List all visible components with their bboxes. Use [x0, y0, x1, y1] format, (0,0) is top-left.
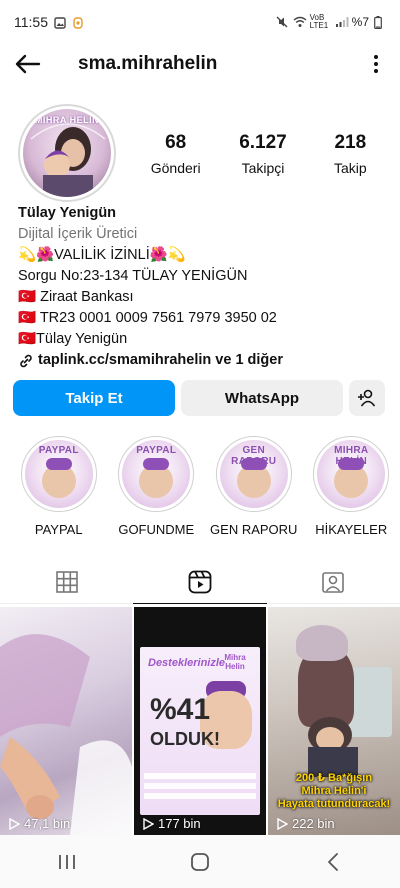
home-icon [191, 852, 209, 871]
recent-apps-icon [58, 854, 75, 869]
mute-icon [276, 16, 288, 28]
reel-tile[interactable]: 200 ₺ Ba*ğışın Mihra Helin'i Hayata tutu… [268, 607, 400, 835]
view-count-text: 177 bin [158, 816, 201, 831]
caption-line: Mihra Helin'i [301, 785, 367, 797]
bio-line: 🇹🇷 Ziraat Bankası [18, 289, 134, 305]
stat-value: 218 [334, 132, 367, 153]
profile-actions: Takip Et WhatsApp [13, 380, 387, 416]
view-count: 47,1 bin [8, 816, 70, 831]
more-options-button[interactable] [356, 44, 396, 84]
follow-button[interactable]: Takip Et [13, 380, 175, 416]
bio-line: Sorgu No:23-134 TÜLAY YENİGÜN [18, 268, 248, 284]
tab-tagged[interactable] [267, 560, 400, 603]
profile-tabs [0, 560, 400, 604]
battery-label: %7 [351, 15, 369, 29]
highlight-cover: GEN RAPORU [215, 436, 292, 512]
following-count[interactable]: 218 Takip [310, 132, 390, 176]
highlight-cover-title: PAYPAL [38, 445, 79, 456]
gallery-icon [54, 16, 66, 29]
highlight-paypal[interactable]: PAYPAL PAYPAL [10, 436, 108, 537]
play-icon [9, 817, 20, 830]
notification-icon [72, 16, 84, 29]
highlight-gofundme[interactable]: PAYPAL GOFUNDME [108, 436, 206, 537]
link-icon [20, 354, 32, 367]
profile-avatar[interactable]: MIHRA HELİN [18, 104, 116, 202]
whatsapp-button[interactable]: WhatsApp [181, 380, 343, 416]
system-navigation-bar [0, 835, 400, 888]
tagged-person-icon [322, 571, 345, 593]
bio-link[interactable]: taplink.cc/smamihrahelin ve 1 diğer [18, 350, 390, 371]
poster-percent: %41 [150, 693, 211, 726]
bio-line: 🇹🇷 TR23 0001 0009 7561 7979 3950 02 [18, 310, 277, 326]
stat-label: Takipçi [241, 160, 285, 176]
stat-value: 6.127 [239, 132, 287, 153]
stat-label: Gönderi [150, 160, 201, 176]
caption-line: Hayata tutunduracak! [277, 798, 391, 810]
more-vertical-icon [374, 55, 378, 73]
bio-category: Dijital İçerik Üretici [18, 226, 138, 242]
highlight-label: PAYPAL [34, 522, 83, 537]
signal-icon [335, 16, 349, 28]
play-icon [277, 817, 288, 830]
tab-grid[interactable] [0, 560, 133, 603]
highlight-label: HİKAYELER [315, 522, 388, 537]
bio-name: Tülay Yenigün [18, 205, 117, 221]
tab-reels[interactable] [133, 560, 267, 604]
bio-link-text: taplink.cc/smamihrahelin ve 1 diğer [38, 352, 283, 368]
reels-grid: 47,1 bin Desteklerinizle Mihra Helin %41… [0, 607, 400, 835]
back-button[interactable] [0, 44, 56, 84]
profile-username: sma.mihrahelin [78, 53, 218, 74]
reel-tile[interactable]: 47,1 bin [0, 607, 132, 835]
reel-thumbnail: Desteklerinizle Mihra Helin %41 OLDUK! [140, 647, 260, 815]
bio-line: 🇹🇷Tülay Yenigün [18, 331, 128, 347]
status-bar: 11:55 VoB LTE1 %7 [0, 0, 400, 44]
wifi-icon [293, 16, 307, 28]
highlight-hikayeler[interactable]: MIHRA HELİN HİKAYELER [303, 436, 400, 537]
followers-count[interactable]: 6.127 Takipçi [223, 132, 303, 176]
stat-label: Takip [333, 160, 367, 176]
reel-tile[interactable]: Desteklerinizle Mihra Helin %41 OLDUK! 1… [134, 607, 266, 835]
play-icon [143, 817, 154, 830]
back-chevron-icon [328, 852, 339, 871]
caption-line: 200 ₺ Ba*ğışın [295, 772, 373, 784]
network-label: VoB LTE1 [309, 13, 329, 30]
posts-count[interactable]: 68 Gönderi [136, 132, 216, 176]
poster-brand: Mihra Helin [224, 653, 246, 671]
battery-icon [374, 16, 386, 30]
back-nav-button[interactable] [303, 842, 363, 882]
back-arrow-icon [15, 54, 41, 74]
add-person-icon [358, 389, 376, 407]
poster-status: OLDUK! [150, 729, 220, 749]
avatar-image: MIHRA HELİN [23, 109, 111, 197]
view-count: 222 bin [276, 816, 335, 831]
view-count-text: 222 bin [292, 816, 335, 831]
reels-icon [188, 570, 212, 593]
profile-stats: 68 Gönderi 6.127 Takipçi 218 Takip [132, 132, 394, 176]
highlight-cover: PAYPAL [118, 436, 195, 512]
highlight-gen-raporu[interactable]: GEN RAPORU GEN RAPORU [205, 436, 303, 537]
avatar-overlay-text: MIHRA HELİN [34, 115, 100, 125]
highlight-cover: PAYPAL [20, 436, 97, 512]
highlight-label: GEN RAPORU [210, 522, 298, 537]
grid-icon [55, 570, 78, 593]
home-button[interactable] [170, 842, 230, 882]
bio-line: 💫🌺VALİLİK İZİNLİ🌺💫 [18, 247, 186, 263]
highlight-cover-title: PAYPAL [136, 445, 177, 456]
view-count-text: 47,1 bin [24, 816, 71, 831]
poster-headline: Desteklerinizle [148, 657, 226, 669]
highlight-cover: MIHRA HELİN [313, 436, 390, 512]
stat-value: 68 [165, 132, 187, 153]
recent-apps-button[interactable] [37, 842, 97, 882]
reel-caption: 200 ₺ Ba*ğışın Mihra Helin'i Hayata tutu… [268, 772, 400, 811]
reel-thumbnail [0, 634, 132, 835]
status-time: 11:55 [14, 14, 48, 30]
suggest-user-button[interactable] [349, 380, 385, 416]
highlight-label: GOFUNDME [118, 522, 195, 537]
story-highlights: PAYPAL PAYPAL PAYPAL GOFUNDME GEN RAPORU… [10, 436, 400, 537]
profile-header: sma.mihrahelin [0, 44, 400, 84]
profile-bio: Tülay Yenigün Dijital İçerik Üretici 💫🌺V… [18, 203, 390, 371]
view-count: 177 bin [142, 816, 201, 831]
